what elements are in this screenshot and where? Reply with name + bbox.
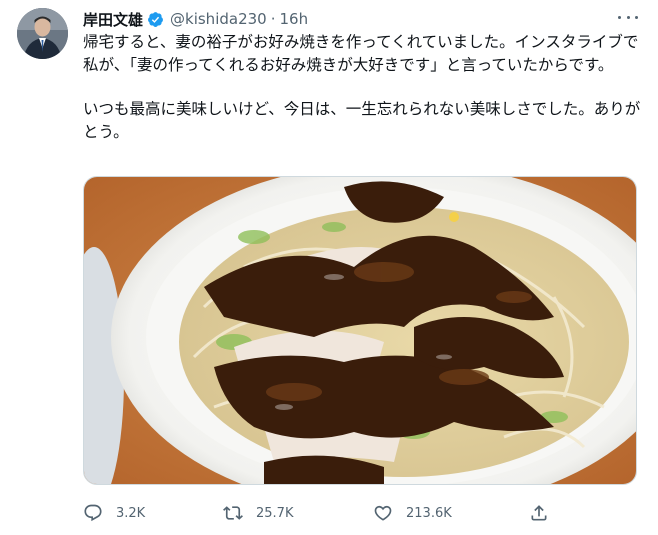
tweet-header: 岸田文雄 @kishida230 · 16h [83, 8, 308, 30]
retweet-count: 25.7K [256, 505, 294, 521]
avatar[interactable] [17, 8, 68, 59]
tweet-paragraph: いつも最高に美味しいけど、今日は、一生忘れられない美味しさでした。ありがとう。 [83, 100, 641, 141]
avatar-portrait [17, 8, 68, 59]
like-count: 213.6K [406, 505, 452, 521]
separator-dot: · [270, 10, 276, 28]
retweet-button[interactable]: 25.7K [223, 500, 293, 526]
tweet[interactable]: 岸田文雄 @kishida230 · 16h 帰宅すると、妻の裕子がお好み焼きを… [0, 0, 658, 535]
share-icon [531, 505, 547, 521]
timestamp[interactable]: 16h [279, 10, 308, 28]
share-button[interactable] [529, 500, 549, 526]
reply-button[interactable]: 3.2K [83, 500, 145, 526]
like-button[interactable]: 213.6K [373, 500, 452, 526]
tweet-paragraph: 帰宅すると、妻の裕子がお好み焼きを作ってくれていました。インスタライブで私が、「… [83, 33, 639, 74]
tweet-actions: 3.2K 25.7K 213.6K [83, 500, 553, 526]
author-handle[interactable]: @kishida230 [170, 10, 267, 28]
more-options-icon[interactable] [618, 10, 638, 24]
heart-icon [374, 505, 392, 521]
tweet-photo[interactable] [83, 176, 637, 485]
author-name[interactable]: 岸田文雄 [83, 9, 143, 30]
tweet-text: 帰宅すると、妻の裕子がお好み焼きを作ってくれていました。インスタライブで私が、「… [83, 31, 643, 143]
okonomiyaki-photo [84, 177, 636, 484]
reply-count: 3.2K [116, 505, 146, 521]
verified-badge-icon [148, 11, 163, 27]
reply-icon [84, 504, 102, 522]
retweet-icon [223, 506, 243, 520]
